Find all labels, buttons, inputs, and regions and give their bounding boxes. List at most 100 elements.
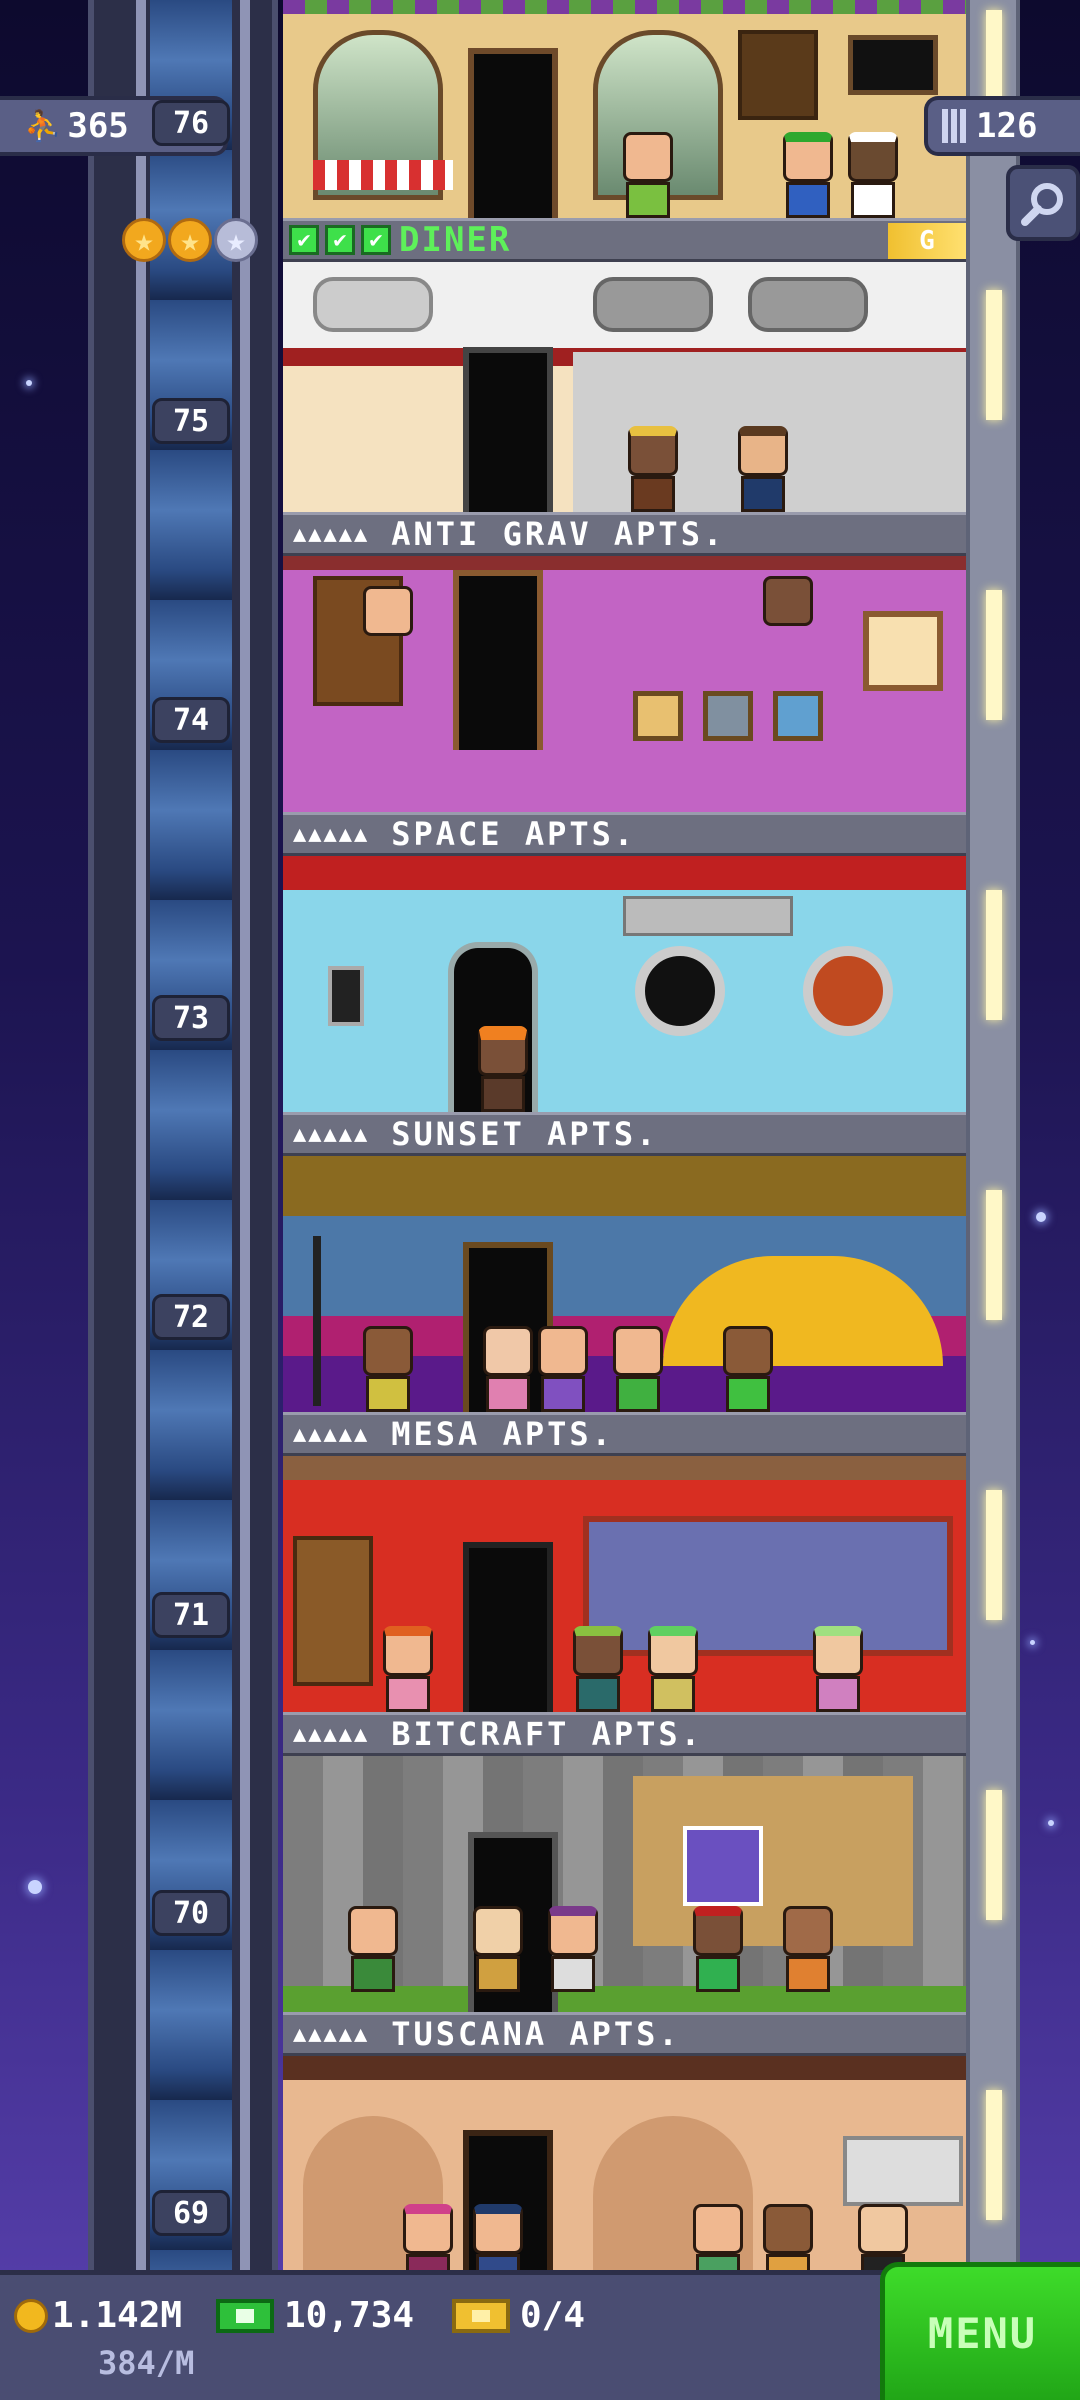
floor-label-anti-grav[interactable]: ▲▲▲▲▲ ANTI GRAV APTS. — [283, 512, 966, 556]
floor-72[interactable] — [283, 1156, 966, 1412]
resident[interactable] — [538, 1326, 588, 1412]
resident[interactable] — [383, 1626, 433, 1712]
control-panel — [623, 896, 793, 936]
wall-window — [986, 1490, 1002, 1620]
rating-star-empty-icon: ★ — [214, 218, 258, 262]
floor-75[interactable] — [283, 262, 966, 512]
coin-icon — [14, 2298, 48, 2333]
tickets-stat[interactable]: 0/4 — [452, 2295, 585, 2336]
wall-window — [986, 1190, 1002, 1320]
floor-number-69: 69 — [152, 2190, 230, 2236]
resident[interactable] — [348, 1906, 398, 1992]
floor-stars-icon: ▲▲▲▲▲ — [293, 1421, 370, 1447]
rating-star-icon: ★ — [122, 218, 166, 262]
coins-rate-value: 384/M — [98, 2344, 195, 2382]
picture-frame — [633, 691, 683, 741]
floor-name: MESA APTS. — [391, 1415, 614, 1453]
current-floor-indicator: 76 — [152, 100, 230, 146]
background-star — [28, 1880, 42, 1894]
check-icon: ✔ — [289, 225, 319, 255]
background-star — [1030, 1640, 1035, 1645]
floor-stars-icon: ▲▲▲▲▲ — [293, 821, 370, 847]
bux-stat[interactable]: 10,734 — [216, 2295, 414, 2336]
diner-table — [313, 160, 453, 190]
resident[interactable] — [648, 1626, 698, 1712]
magnifier-icon — [1021, 183, 1063, 226]
floor-74[interactable] — [283, 556, 966, 812]
diner-name: DINER — [399, 220, 512, 260]
floor-label-sunset[interactable]: ▲▲▲▲▲ SUNSET APTS. — [283, 1112, 966, 1156]
wall-window — [986, 2090, 1002, 2220]
floor-73[interactable] — [283, 856, 966, 1112]
floor-count[interactable]: 126 — [924, 96, 1080, 156]
background-star — [1036, 1212, 1046, 1222]
wall-panel — [328, 966, 364, 1026]
floor-door — [453, 570, 543, 750]
floor-label-space[interactable]: ▲▲▲▲▲ SPACE APTS. — [283, 812, 966, 856]
staff-waiter[interactable] — [783, 132, 833, 218]
resident[interactable] — [723, 1326, 773, 1412]
menu-button[interactable]: MENU — [880, 2262, 1080, 2400]
search-button[interactable] — [1006, 165, 1080, 241]
resident[interactable] — [613, 1326, 663, 1412]
resident[interactable] — [473, 2204, 523, 2270]
room-window — [863, 611, 943, 691]
floor-door — [463, 347, 553, 512]
floor-69[interactable] — [283, 2056, 966, 2270]
resident[interactable] — [573, 1626, 623, 1712]
floor-label-tuscana[interactable]: ▲▲▲▲▲ TUSCANA APTS. — [283, 2012, 966, 2056]
picture-frame — [773, 691, 823, 741]
resident[interactable] — [478, 1026, 528, 1112]
staff-chef[interactable] — [848, 132, 898, 218]
floor-71[interactable] — [283, 1456, 966, 1712]
resident[interactable] — [858, 2204, 908, 2270]
coins-rate: 384/M — [98, 2344, 194, 2382]
floor-number-74: 74 — [152, 697, 230, 743]
wine-rack — [738, 30, 818, 120]
resident[interactable] — [623, 132, 673, 218]
resident[interactable] — [363, 1326, 413, 1412]
diner-label-bar[interactable]: ✔ ✔ ✔ DINER G — [283, 218, 966, 262]
person-icon: ⛹ — [24, 108, 62, 144]
bookshelf — [293, 1536, 373, 1686]
floor-number-71: 71 — [152, 1592, 230, 1638]
background-star — [1048, 1820, 1054, 1826]
floor-70[interactable] — [283, 1756, 966, 2012]
bux-icon — [216, 2298, 274, 2333]
kitchen-cabinet — [843, 2136, 963, 2206]
population-value: 365 — [67, 106, 129, 146]
floor-label-mesa[interactable]: ▲▲▲▲▲ MESA APTS. — [283, 1412, 966, 1456]
background-star — [26, 380, 32, 386]
picture-frame — [703, 691, 753, 741]
resident[interactable] — [783, 1906, 833, 1992]
floor-label-bitcraft[interactable]: ▲▲▲▲▲ BITCRAFT APTS. — [283, 1712, 966, 1756]
porthole-mars — [803, 946, 893, 1036]
tickets-value: 0/4 — [520, 2295, 586, 2336]
floor-name: SUNSET APTS. — [391, 1115, 659, 1153]
check-icon: ✔ — [361, 225, 391, 255]
resident[interactable] — [403, 2204, 453, 2270]
resident[interactable] — [693, 2204, 743, 2270]
building-icon — [942, 109, 968, 143]
resident[interactable] — [473, 1906, 523, 1992]
resident[interactable] — [483, 1326, 533, 1412]
resident[interactable] — [548, 1906, 598, 1992]
resident[interactable] — [738, 426, 788, 512]
resident-floating[interactable] — [763, 576, 813, 626]
floor-number-75: 75 — [152, 398, 230, 444]
coins-stat[interactable]: 1.142M — [14, 2295, 182, 2336]
gold-badge[interactable]: G — [888, 223, 966, 259]
resident[interactable] — [813, 1626, 863, 1712]
rating-star-icon: ★ — [168, 218, 212, 262]
resident[interactable] — [763, 2204, 813, 2270]
resident[interactable] — [693, 1906, 743, 1992]
floor-diner[interactable] — [283, 0, 966, 218]
ticket-icon — [452, 2298, 510, 2333]
resident[interactable] — [628, 426, 678, 512]
coins-value: 1.142M — [52, 2295, 183, 2336]
floor-name: TUSCANA APTS. — [391, 2015, 681, 2053]
wall-window — [986, 1790, 1002, 1920]
resident-floating[interactable] — [363, 586, 413, 636]
floor-door — [463, 1542, 553, 1712]
floor-door — [468, 48, 558, 218]
